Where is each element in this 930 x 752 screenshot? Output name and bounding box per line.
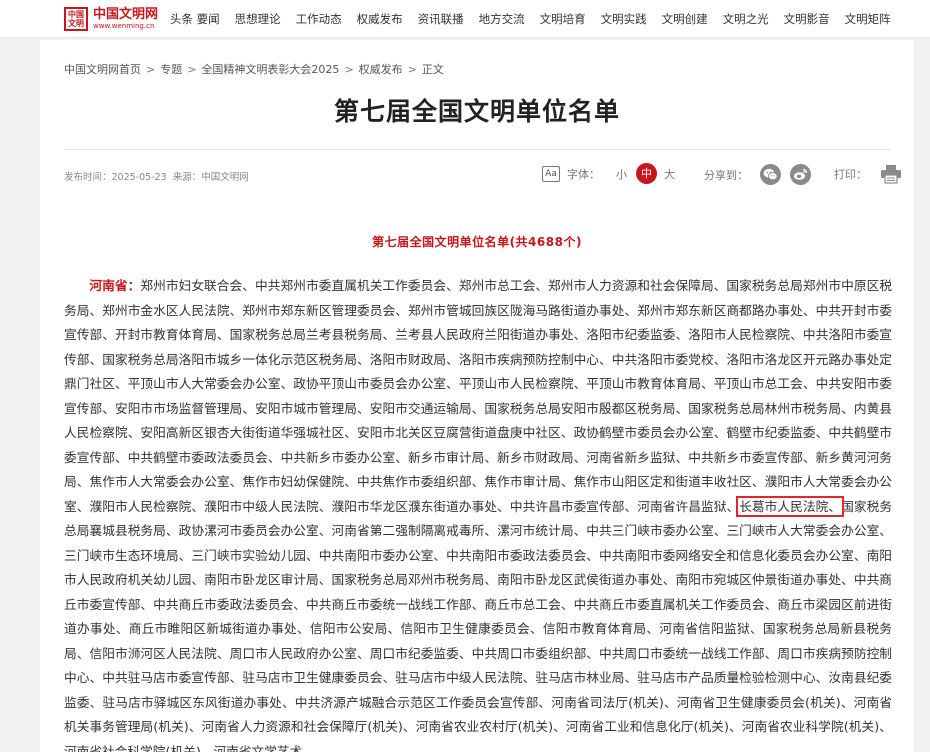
logo-seal-icon: 中国文明 — [64, 6, 88, 31]
breadcrumb: 中国文明网首页 > 专题 > 全国精神文明表彰大会2025 > 权威发布 > 正文 — [64, 61, 444, 77]
share-label: 分享到： — [704, 168, 748, 182]
breadcrumb-separator: > — [187, 63, 197, 76]
site-logo[interactable]: 中国文明 中国文明网 www.wenming.cn — [64, 6, 164, 31]
font-size-icon: Aa — [542, 165, 560, 182]
unit-list-text: 郑州市妇女联合会、中共郑州市委直属机关工作委员会、郑州市总工会、郑州市人力资源和… — [64, 278, 893, 514]
highlighted-unit: 长葛市人民法院、 — [736, 495, 845, 517]
breadcrumb-separator: > — [146, 63, 156, 76]
unit-list-text-continued: 国家税务总局襄城县税务局、政协漯河市委员会办公室、河南省第二强制隔离戒毒所、漯河… — [64, 498, 893, 752]
nav-item-media[interactable]: 文明影音 — [784, 11, 830, 27]
font-size-small-button[interactable]: 小 — [616, 166, 627, 182]
breadcrumb-separator: > — [344, 63, 354, 76]
logo-url: www.wenming.cn — [93, 21, 155, 30]
nav-item-news[interactable]: 资讯联播 — [418, 11, 464, 27]
article-source: 来源：中国文明网 — [172, 172, 249, 183]
breadcrumb-separator: > — [407, 63, 417, 76]
font-size-label: 字体： — [567, 167, 600, 181]
nav-item-matrix[interactable]: 文明矩阵 — [845, 11, 891, 27]
font-size-large-button[interactable]: 大 — [664, 166, 675, 182]
weibo-icon — [793, 168, 808, 180]
printer-icon[interactable] — [880, 164, 902, 184]
nav-item-creation[interactable]: 文明创建 — [662, 11, 708, 27]
nav-item-headlines[interactable]: 头条 要闻 — [170, 11, 220, 27]
print-control[interactable]: 打印： — [834, 164, 902, 184]
nav-item-practice[interactable]: 文明实践 — [601, 11, 647, 27]
publish-time: 发布时间：2025-05-23 — [64, 172, 167, 183]
share-control: 分享到： — [704, 164, 820, 185]
page-title: 第七届全国文明单位名单 — [333, 97, 620, 126]
weibo-share-button[interactable] — [790, 164, 811, 185]
nav-item-theory[interactable]: 思想理论 — [235, 11, 281, 27]
wechat-icon — [763, 168, 778, 181]
nav-item-official[interactable]: 权威发布 — [357, 11, 403, 27]
nav-item-work[interactable]: 工作动态 — [296, 11, 342, 27]
breadcrumb-current: 正文 — [421, 63, 444, 76]
wechat-share-button[interactable] — [760, 164, 781, 185]
logo-name: 中国文明网 — [93, 6, 159, 22]
main-nav: 头条 要闻 思想理论 工作动态 权威发布 资讯联播 地方交流 文明培育 文明实践… — [170, 11, 906, 27]
article-body: 河南省：郑州市妇女联合会、中共郑州市委直属机关工作委员会、郑州市总工会、郑州市人… — [64, 274, 892, 752]
breadcrumb-topics[interactable]: 专题 — [160, 63, 182, 76]
breadcrumb-conference[interactable]: 全国精神文明表彰大会2025 — [201, 63, 339, 76]
article-meta: 发布时间：2025-05-23 来源：中国文明网 — [64, 169, 249, 183]
nav-item-light[interactable]: 文明之光 — [723, 11, 769, 27]
breadcrumb-official[interactable]: 权威发布 — [359, 63, 403, 76]
nav-item-local[interactable]: 地方交流 — [479, 11, 525, 27]
font-size-medium-button[interactable]: 中 — [636, 163, 657, 184]
article-card: 中国文明网首页 > 专题 > 全国精神文明表彰大会2025 > 权威发布 > 正文 第七届全国文… — [40, 40, 914, 752]
breadcrumb-home[interactable]: 中国文明网首页 — [64, 63, 141, 76]
nav-item-cultivation[interactable]: 文明培育 — [540, 11, 586, 27]
title-divider — [64, 149, 890, 150]
list-heading: 第七届全国文明单位名单(共4688个) — [372, 235, 582, 249]
font-size-control: Aa 字体： 小 中 大 — [542, 163, 675, 184]
print-label: 打印： — [834, 168, 867, 181]
top-nav-bar: 中国文明 中国文明网 www.wenming.cn 头条 要闻 思想理论 工作动… — [0, 0, 930, 38]
province-label: 河南省： — [89, 278, 141, 293]
